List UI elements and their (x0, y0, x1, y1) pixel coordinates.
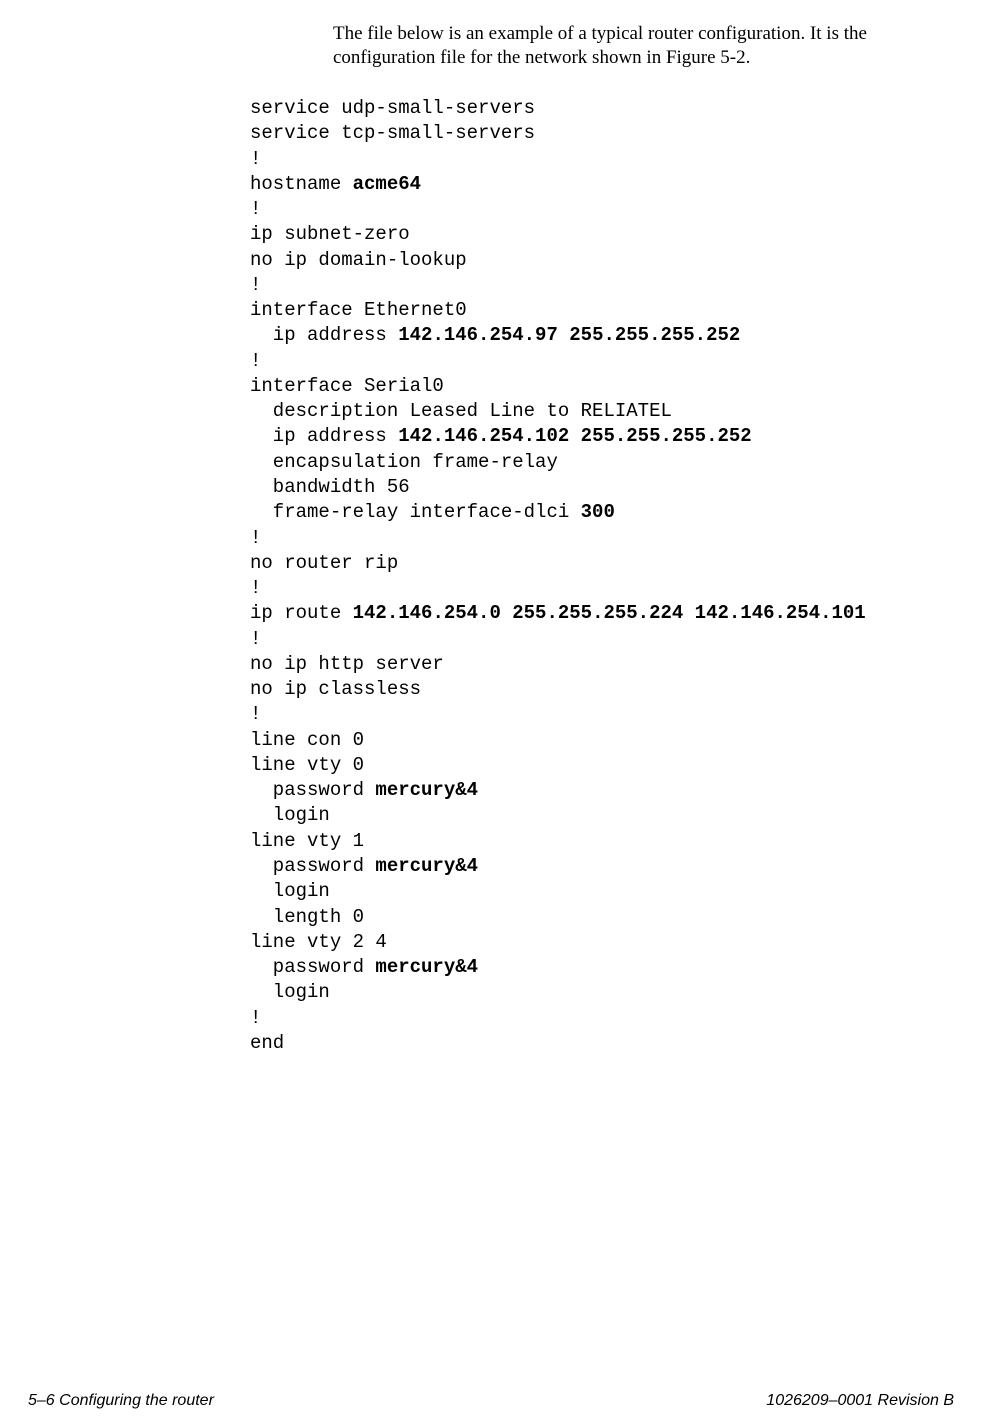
cfg-line: line vty 1 (250, 830, 364, 852)
cfg-line: service tcp-small-servers (250, 122, 535, 144)
cfg-line: password (250, 956, 375, 978)
cfg-dlci: 300 (581, 501, 615, 523)
cfg-line: end (250, 1032, 284, 1054)
cfg-line: line con 0 (250, 729, 364, 751)
cfg-line: bandwidth 56 (250, 476, 410, 498)
cfg-line: service udp-small-servers (250, 97, 535, 119)
cfg-vty1-password: mercury&4 (375, 855, 478, 877)
cfg-vty24-password: mercury&4 (375, 956, 478, 978)
router-config-block: service udp-small-servers service tcp-sm… (250, 96, 866, 1056)
cfg-line: ! (250, 577, 261, 599)
cfg-line: ! (250, 527, 261, 549)
cfg-line: ! (250, 148, 261, 170)
intro-text: The file below is an example of a typica… (333, 22, 938, 70)
cfg-line: line vty 0 (250, 754, 364, 776)
cfg-line: ! (250, 350, 261, 372)
cfg-line: ! (250, 198, 261, 220)
cfg-ip-route: 142.146.254.0 255.255.255.224 142.146.25… (353, 602, 866, 624)
cfg-line: no ip domain-lookup (250, 249, 467, 271)
cfg-line: ! (250, 1007, 261, 1029)
cfg-line: length 0 (250, 906, 364, 928)
cfg-line: ip address (250, 324, 398, 346)
cfg-line: ! (250, 628, 261, 650)
cfg-line: interface Ethernet0 (250, 299, 467, 321)
cfg-line: ip route (250, 602, 353, 624)
cfg-line: no ip http server (250, 653, 444, 675)
cfg-line: line vty 2 4 (250, 931, 387, 953)
cfg-serial0-ip: 142.146.254.102 255.255.255.252 (398, 425, 751, 447)
cfg-line: encapsulation frame-relay (250, 451, 558, 473)
cfg-line: ! (250, 274, 261, 296)
page-footer: 5–6 Configuring the router 1026209–0001 … (28, 1392, 954, 1410)
cfg-line: frame-relay interface-dlci (250, 501, 581, 523)
cfg-eth0-ip: 142.146.254.97 255.255.255.252 (398, 324, 740, 346)
cfg-line: login (250, 981, 330, 1003)
cfg-line: description Leased Line to RELIATEL (250, 400, 672, 422)
cfg-line: ip address (250, 425, 398, 447)
cfg-line: password (250, 855, 375, 877)
footer-right: 1026209–0001 Revision B (766, 1392, 954, 1410)
cfg-hostname: acme64 (353, 173, 421, 195)
cfg-line: ! (250, 703, 261, 725)
cfg-line: login (250, 804, 330, 826)
cfg-line: no router rip (250, 552, 398, 574)
cfg-line: interface Serial0 (250, 375, 444, 397)
cfg-line: hostname (250, 173, 353, 195)
cfg-line: login (250, 880, 330, 902)
footer-left: 5–6 Configuring the router (28, 1392, 214, 1410)
cfg-line: no ip classless (250, 678, 421, 700)
cfg-line: ip subnet-zero (250, 223, 410, 245)
cfg-line: password (250, 779, 375, 801)
cfg-vty0-password: mercury&4 (375, 779, 478, 801)
